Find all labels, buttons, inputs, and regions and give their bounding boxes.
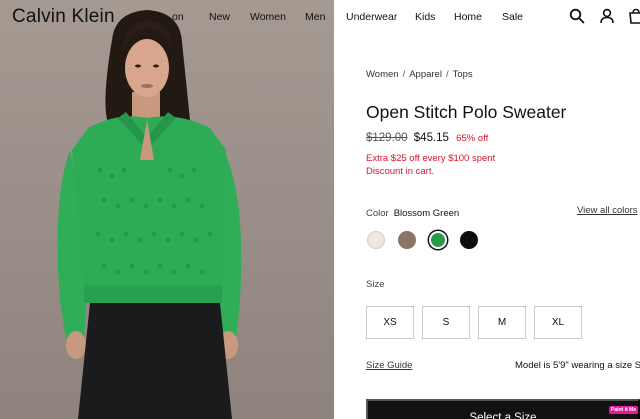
breadcrumb-apparel[interactable]: Apparel	[409, 69, 442, 80]
product-image[interactable]	[0, 0, 334, 419]
color-swatch-pink[interactable]	[367, 231, 385, 249]
size-option-s[interactable]: S	[422, 306, 470, 339]
original-price: $129.00	[366, 132, 408, 144]
nav-item-sale[interactable]: Sale	[502, 11, 523, 23]
color-swatch-black[interactable]	[460, 231, 478, 249]
selected-color-name: Blossom Green	[393, 208, 460, 219]
select-size-button[interactable]: Select a Size	[366, 399, 640, 419]
model-size-info: Model is 5'9" wearing a size S	[515, 360, 640, 371]
account-icon[interactable]	[599, 8, 615, 24]
nav-item-women[interactable]: Women	[250, 11, 286, 23]
breadcrumb-separator: /	[445, 69, 449, 80]
product-title: Open Stitch Polo Sweater	[366, 102, 567, 122]
breadcrumb-tops[interactable]: Tops	[453, 69, 473, 80]
search-icon[interactable]	[569, 8, 585, 24]
model-photo-illustration	[57, 10, 242, 419]
nav-item-men[interactable]: Men	[305, 11, 325, 23]
brand-logo[interactable]: Calvin Klein	[12, 6, 115, 28]
size-option-xl[interactable]: XL	[534, 306, 582, 339]
breadcrumb-separator: /	[402, 69, 406, 80]
promo-text: Extra $25 off every $100 spent	[366, 153, 496, 164]
price-row: $129.00 $45.15 65% off	[366, 132, 488, 144]
discount-badge: 65% off	[456, 133, 489, 144]
size-guide-link[interactable]: Size Guide	[366, 360, 412, 371]
nav-item-new[interactable]: New	[209, 11, 230, 23]
color-swatch-brown[interactable]	[398, 231, 416, 249]
nav-item-kids[interactable]: Kids	[415, 11, 435, 23]
breadcrumb: Women / Apparel / Tops	[366, 69, 473, 80]
paint-it-me-badge[interactable]: Paint it Me	[609, 406, 639, 414]
size-label: Size	[366, 279, 385, 290]
nav-item-partial[interactable]: on	[172, 11, 184, 23]
size-option-m[interactable]: M	[478, 306, 526, 339]
color-label: Color	[366, 208, 389, 219]
promo-note: Discount in cart.	[366, 166, 435, 177]
breadcrumb-women[interactable]: Women	[366, 69, 399, 80]
nav-item-home[interactable]: Home	[454, 11, 482, 23]
nav-item-underwear[interactable]: Underwear	[346, 11, 397, 23]
bag-icon[interactable]	[628, 8, 640, 24]
size-option-xs[interactable]: XS	[366, 306, 414, 339]
sale-price: $45.15	[413, 132, 449, 144]
view-all-colors-link[interactable]: View all colors	[577, 205, 638, 216]
color-selector-label: Color Blossom Green	[366, 208, 459, 219]
color-swatch-blossom-green[interactable]	[429, 231, 447, 249]
